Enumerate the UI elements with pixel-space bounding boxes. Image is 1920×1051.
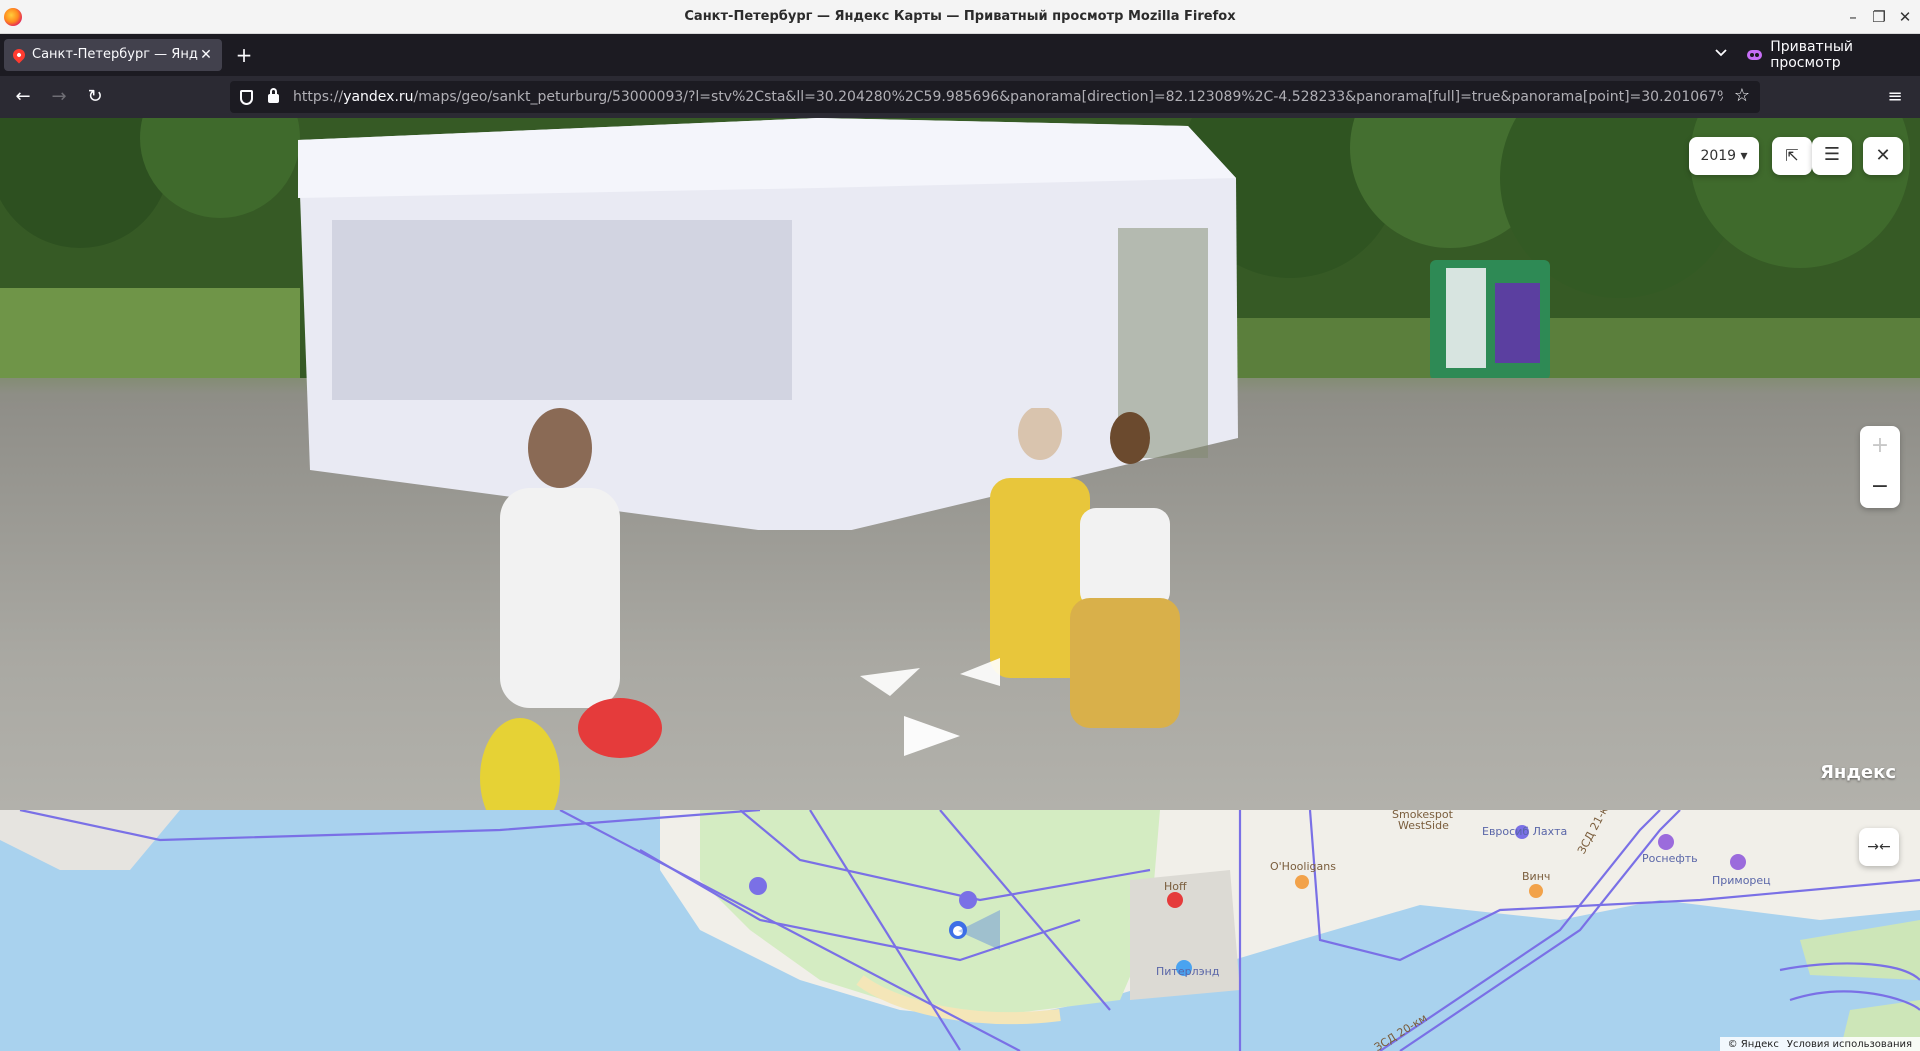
terms-of-use-link[interactable]: Условия использования — [1787, 1039, 1912, 1050]
window-titlebar: Санкт-Петербург — Яндекс Карты — Приватн… — [0, 0, 1920, 34]
map-label-primorets[interactable]: Приморец — [1712, 874, 1771, 887]
street-panorama[interactable]: 2019 ▾ ⇱ ☰ ✕ + − Яндекс — [0, 118, 1920, 810]
url-prefix: https:// — [293, 89, 344, 105]
nav-arrow-left-icon — [860, 668, 920, 696]
map-label-vinch[interactable]: Винч — [1522, 870, 1550, 883]
map-label-piterlend[interactable]: Питерлэнд — [1156, 965, 1219, 978]
map-label-evrosib[interactable]: Евросиб Лахта — [1482, 825, 1567, 838]
reload-button[interactable]: ↻ — [82, 86, 108, 110]
new-tab-button[interactable]: + — [232, 44, 256, 68]
map-canvas — [0, 810, 1920, 1051]
list-all-tabs-button[interactable] — [1710, 46, 1732, 66]
chevron-down-icon — [1715, 49, 1727, 57]
panorama-menu-button[interactable]: ☰ — [1812, 137, 1852, 175]
map-label-hoff[interactable]: Hoff — [1164, 880, 1187, 893]
navigation-toolbar: ← → ↻ https://yandex.ru/maps/geo/sankt_p… — [0, 76, 1920, 118]
mini-map[interactable]: Smokespot WestSide Евросиб Лахта O'Hooli… — [0, 810, 1920, 1051]
collapse-map-button[interactable]: →← — [1859, 828, 1899, 866]
tab-strip: Санкт-Петербург — Яндекс Карты ✕ + Прива… — [0, 34, 1920, 76]
year-select[interactable]: 2019 ▾ — [1689, 137, 1759, 175]
minimize-button[interactable]: – — [1842, 6, 1864, 28]
close-panorama-button[interactable]: ✕ — [1863, 137, 1903, 175]
zoom-control: + − — [1860, 426, 1900, 508]
url-path: /maps/geo/sankt_peturburg/53000093/?l=st… — [413, 89, 1723, 105]
private-browsing-label: Приватный просмотр — [1770, 39, 1854, 71]
map-label-rosneft[interactable]: Роснефть — [1642, 852, 1698, 865]
restore-button[interactable]: ❐ — [1868, 6, 1890, 28]
map-label-ohooligans[interactable]: O'Hooligans — [1270, 860, 1336, 873]
padlock-icon[interactable] — [268, 88, 279, 103]
map-label-westside[interactable]: WestSide — [1398, 819, 1449, 832]
tab-yandex-maps[interactable]: Санкт-Петербург — Яндекс Карты ✕ — [4, 39, 222, 71]
window-close-button[interactable]: ✕ — [1894, 6, 1916, 28]
yandex-copyright: © Яндекс — [1727, 1038, 1779, 1050]
tab-close-button[interactable]: ✕ — [196, 45, 216, 65]
url-text[interactable]: https://yandex.ru/maps/geo/sankt_peturbu… — [293, 89, 1723, 105]
back-button[interactable]: ← — [10, 86, 36, 110]
navigation-arrows[interactable] — [860, 646, 1020, 756]
tab-title: Санкт-Петербург — Яндекс Карты — [32, 47, 198, 62]
nav-arrow-forward-icon — [904, 716, 960, 756]
tracking-protection-shield-icon[interactable] — [240, 90, 253, 105]
private-mask-icon — [1747, 50, 1763, 60]
url-host: yandex.ru — [343, 89, 414, 105]
app-menu-button[interactable]: ≡ — [1882, 86, 1908, 108]
address-bar[interactable]: https://yandex.ru/maps/geo/sankt_peturbu… — [230, 81, 1760, 113]
window-title: Санкт-Петербург — Яндекс Карты — Приватн… — [684, 9, 1236, 24]
bookmark-star-icon[interactable]: ☆ — [1732, 86, 1752, 106]
yandex-watermark: Яндекс — [1820, 762, 1896, 783]
map-copyright: © Яндекс Условия использования — [1719, 1037, 1920, 1051]
private-browsing-indicator: Приватный просмотр — [1747, 39, 1920, 71]
yandex-maps-favicon-icon — [10, 46, 28, 64]
forward-button[interactable]: → — [46, 86, 72, 110]
zoom-in-button[interactable]: + — [1860, 426, 1900, 467]
nav-arrow-right-icon — [960, 658, 1000, 686]
open-external-button[interactable]: ⇱ — [1772, 137, 1812, 175]
zoom-out-button[interactable]: − — [1860, 467, 1900, 508]
